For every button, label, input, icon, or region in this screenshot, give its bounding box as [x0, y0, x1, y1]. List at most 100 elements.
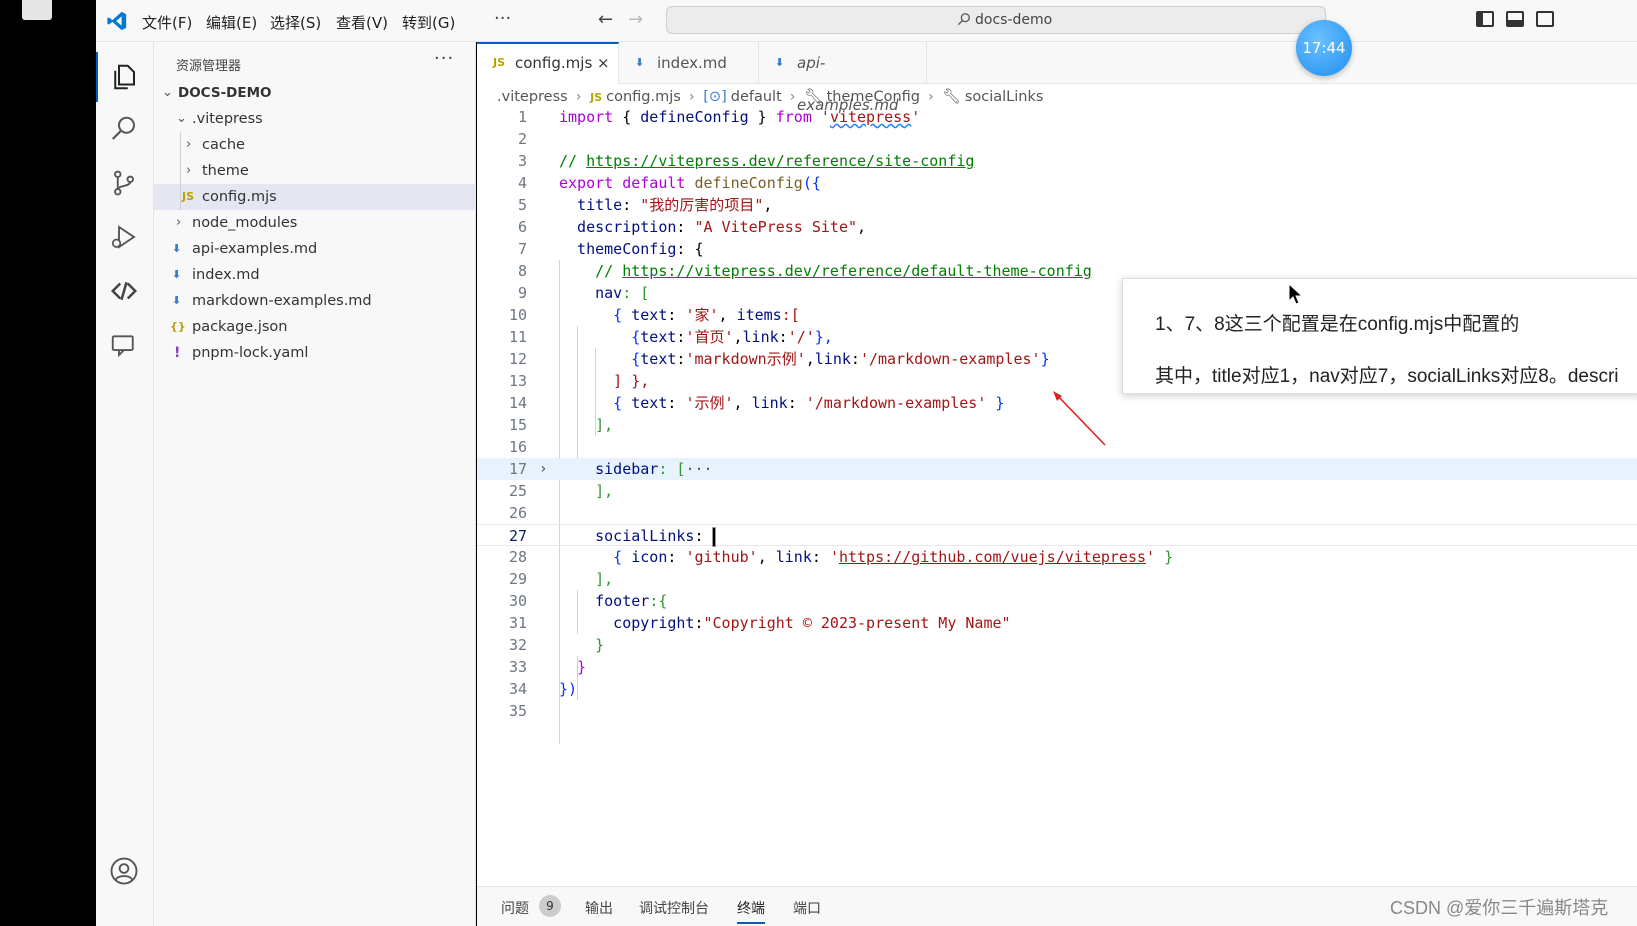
activity-bar [96, 42, 154, 926]
note-line-1: 1、7、8这三个配置是在config.mjs中配置的 [1155, 314, 1520, 335]
command-center-search[interactable]: docs-demo [666, 6, 1326, 34]
breadcrumb-item[interactable]: themeConfig [827, 89, 920, 105]
menu-edit[interactable]: 编辑(E) [206, 12, 257, 33]
tab-index-md[interactable]: ⬇ index.md [619, 42, 759, 84]
code-line-folded: 17 › sidebar: [··· [477, 458, 1637, 480]
vscode-logo-icon [107, 11, 127, 31]
line-number: 13 [508, 372, 527, 390]
breadcrumb-item[interactable]: config.mjs [606, 89, 681, 105]
line-number: 15 [508, 416, 527, 434]
markdown-file-icon: ⬇ [172, 242, 182, 255]
code-line: 2 [477, 128, 1637, 150]
code-line: 3// https://vitepress.dev/reference/site… [477, 150, 1637, 172]
line-number: 25 [508, 482, 527, 500]
tab-api-examples[interactable]: ⬇ api-examples.md [759, 42, 927, 114]
code-line: 4 export default defineConfig({ [477, 172, 1637, 194]
menu-go[interactable]: 转到(G) [402, 12, 455, 33]
js-file-icon: JS [590, 91, 603, 104]
chevron-right-icon[interactable]: › [539, 458, 547, 480]
explorer-more-button[interactable]: ··· [434, 48, 454, 69]
toggle-secondary-sidebar-icon[interactable] [1536, 11, 1554, 27]
more-menu-button[interactable]: ··· [494, 8, 511, 29]
menu-file[interactable]: 文件(F) [142, 12, 192, 33]
forward-arrow-icon[interactable]: → [628, 9, 643, 30]
tree-item-api-examples[interactable]: ⬇ api-examples.md [154, 236, 475, 262]
line-number: 35 [508, 702, 527, 720]
panel-tab-ports[interactable]: 端口 [793, 898, 821, 918]
tree-root-label: DOCS-DEMO [178, 85, 272, 101]
menu-view[interactable]: 查看(V) [336, 12, 388, 33]
accounts-icon[interactable] [109, 856, 139, 886]
panel-tab-output[interactable]: 输出 [585, 898, 613, 918]
json-file-icon: {} [170, 320, 186, 333]
tree-item-theme[interactable]: › theme [154, 158, 475, 184]
code-line: 28 { icon: 'github', link: 'https://gith… [477, 546, 1637, 568]
line-number: 28 [508, 548, 527, 566]
tree-item-label: index.md [192, 267, 260, 283]
markdown-file-icon: ⬇ [172, 268, 182, 281]
markdown-file-icon: ⬇ [172, 294, 182, 307]
editor-tabs: JS config.mjs × ⬇ index.md ⬇ api-example… [477, 42, 1637, 114]
chevron-right-icon: › [186, 163, 192, 178]
js-file-icon: JS [493, 56, 506, 69]
tab-config-mjs[interactable]: JS config.mjs × [477, 42, 619, 84]
explorer-files-icon[interactable] [109, 62, 139, 92]
tree-indent-guide [180, 132, 181, 210]
line-number: 2 [517, 130, 527, 148]
code-line: 31 copyright:"Copyright © 2023-present M… [477, 612, 1637, 634]
line-number: 6 [517, 218, 527, 236]
chat-comments-icon[interactable] [109, 330, 139, 360]
chevron-right-icon: › [176, 215, 182, 230]
source-control-icon[interactable] [109, 168, 139, 198]
markdown-file-icon: ⬇ [635, 56, 645, 69]
tree-item-node-modules[interactable]: › node_modules [154, 210, 475, 236]
panel-tab-debug-console[interactable]: 调试控制台 [639, 898, 709, 918]
menu-selection[interactable]: 选择(S) [270, 12, 321, 33]
line-number: 1 [517, 108, 527, 126]
breadcrumb-item[interactable]: default [731, 89, 782, 105]
line-number: 34 [508, 680, 527, 698]
tree-item-package-json[interactable]: {} package.json [154, 314, 475, 340]
tree-item-label: .vitepress [192, 111, 263, 127]
line-number: 14 [508, 394, 527, 412]
tree-root-docs-demo[interactable]: ⌄ DOCS-DEMO [154, 80, 475, 106]
code-line: 33 } [477, 656, 1637, 678]
line-number: 16 [508, 438, 527, 456]
line-number: 30 [508, 592, 527, 610]
tree-item-cache[interactable]: › cache [154, 132, 475, 158]
tree-item-pnpm-lock[interactable]: ! pnpm-lock.yaml [154, 340, 475, 366]
close-icon[interactable]: × [597, 44, 610, 82]
panel-tab-terminal[interactable]: 终端 [737, 898, 765, 924]
chevron-right-icon: › [575, 89, 582, 105]
tree-item-markdown-examples[interactable]: ⬇ markdown-examples.md [154, 288, 475, 314]
floating-clock: 17:44 [1296, 20, 1352, 76]
toggle-panel-icon[interactable] [1506, 11, 1524, 27]
code-line: 26 [477, 502, 1637, 524]
chevron-right-icon: › [688, 89, 695, 105]
variable-icon: [⊙] [703, 89, 727, 105]
mouse-pointer-icon [1288, 283, 1304, 305]
search-icon[interactable] [109, 114, 139, 144]
csdn-watermark: CSDN @爱你三千遍斯塔克 [1390, 898, 1609, 918]
tree-item-config-mjs[interactable]: JS config.mjs [154, 184, 475, 210]
tree-item-index-md[interactable]: ⬇ index.md [154, 262, 475, 288]
code-line-current: 27 socialLinks: [477, 524, 1637, 547]
wrench-icon: 🔧︎ [804, 89, 823, 105]
note-line-2: 其中，title对应1，nav对应7，socialLinks对应8。descri [1155, 366, 1619, 387]
tree-item-vitepress[interactable]: ⌄ .vitepress [154, 106, 475, 132]
breadcrumb-item[interactable]: socialLinks [965, 89, 1044, 105]
panel-tab-problems[interactable]: 问题 [501, 898, 529, 918]
code-line: 30 footer:{ [477, 590, 1637, 612]
toggle-primary-sidebar-icon[interactable] [1476, 11, 1494, 27]
active-indicator [96, 52, 98, 102]
back-arrow-icon[interactable]: ← [598, 9, 613, 30]
chevron-right-icon: › [186, 137, 192, 152]
line-number: 17 [508, 460, 527, 478]
chevron-down-icon: ⌄ [162, 85, 173, 100]
line-number: 27 [508, 527, 527, 545]
breadcrumb-item[interactable]: .vitepress [497, 89, 568, 105]
search-icon [957, 13, 970, 26]
run-debug-icon[interactable] [109, 222, 139, 252]
line-number: 9 [517, 284, 527, 302]
remote-explorer-icon[interactable] [109, 276, 139, 306]
